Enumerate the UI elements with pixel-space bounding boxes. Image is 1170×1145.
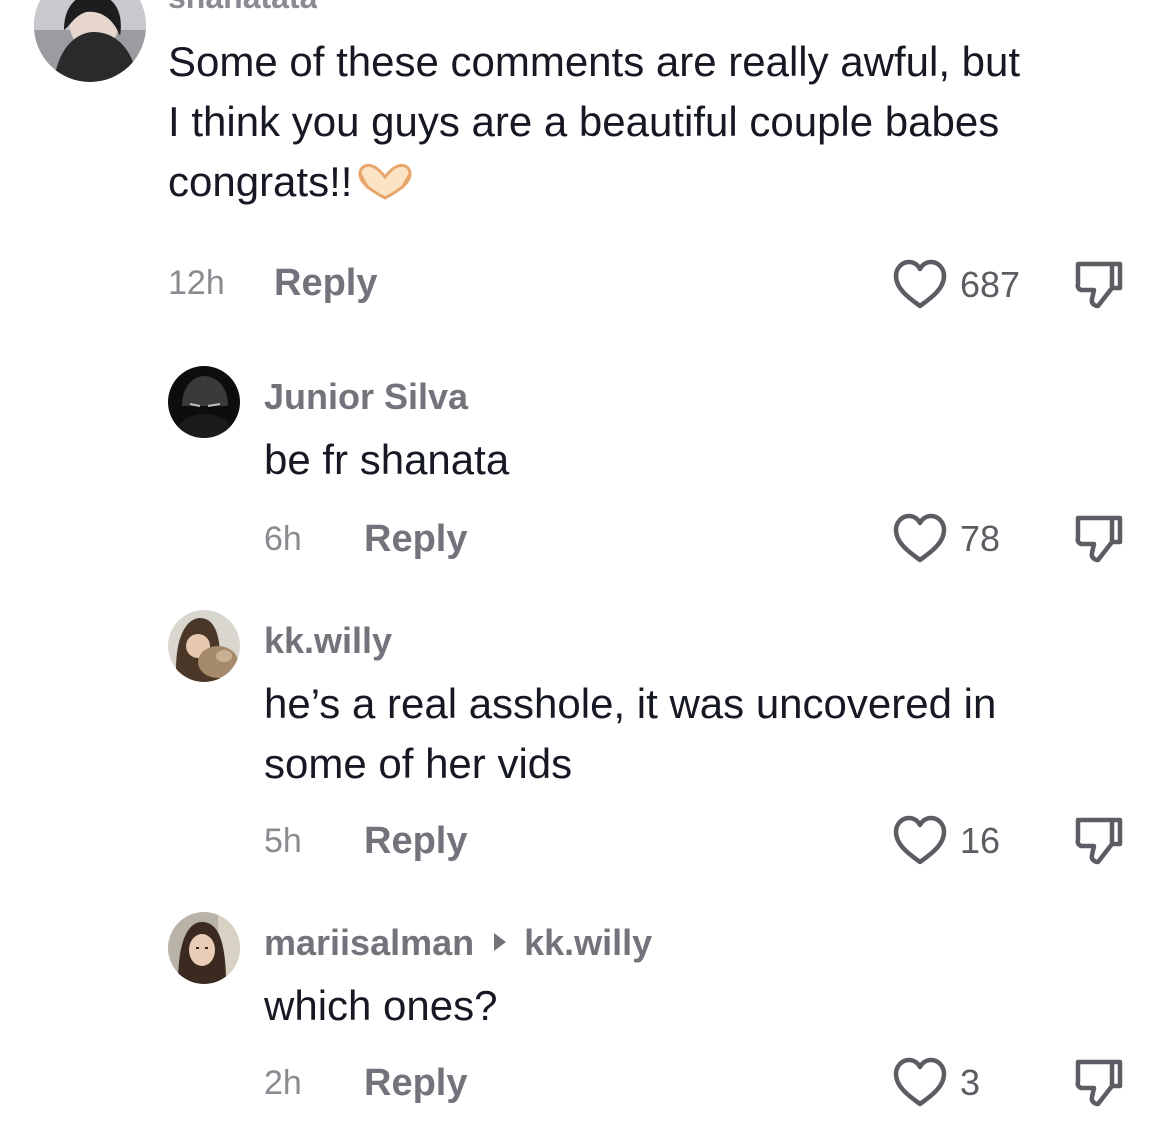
comment-text: Some of these comments are really awful,… xyxy=(168,32,1118,212)
timestamp: 12h xyxy=(168,264,225,302)
comment-text: be fr shanata xyxy=(264,430,1170,490)
dislike-icon[interactable] xyxy=(1072,1056,1126,1110)
comment-text: which ones? xyxy=(264,976,1170,1036)
comment-text: he’s a real asshole, it was uncovered in… xyxy=(264,674,1170,794)
comment-text-line: congrats!! xyxy=(168,152,1118,212)
username-line: mariisalman kk.willy xyxy=(264,922,652,964)
heart-icon xyxy=(893,259,947,309)
dislike-icon[interactable] xyxy=(1072,814,1126,868)
timestamp: 2h xyxy=(264,1064,302,1102)
heart-icon xyxy=(893,513,947,563)
avatar[interactable] xyxy=(34,0,146,82)
heart-icon xyxy=(893,1057,947,1107)
avatar[interactable] xyxy=(168,366,240,438)
username[interactable]: kk.willy xyxy=(264,620,392,662)
reply-button[interactable]: Reply xyxy=(364,518,467,561)
comment-text-line: some of her vids xyxy=(264,740,573,787)
reply-button[interactable]: Reply xyxy=(364,820,467,863)
comment-text-line: Some of these comments are really awful,… xyxy=(168,38,1021,85)
comment-text-line: he’s a real asshole, it was uncovered in xyxy=(264,680,997,727)
like-count: 78 xyxy=(960,518,1001,559)
comment-text-fragment: congrats!! xyxy=(168,158,353,205)
comment-text-line: I think you guys are a beautiful couple … xyxy=(168,98,1000,145)
reply-to-username[interactable]: kk.willy xyxy=(524,922,652,963)
reply-button[interactable]: Reply xyxy=(364,1062,467,1105)
heart-icon xyxy=(893,815,947,865)
like-count: 16 xyxy=(960,820,1001,861)
username[interactable]: mariisalman xyxy=(264,922,474,963)
like-count: 3 xyxy=(960,1062,981,1103)
comment-text-line: be fr shanata xyxy=(264,436,510,483)
dislike-icon[interactable] xyxy=(1072,258,1126,312)
comment-text-line: which ones? xyxy=(264,982,498,1029)
username[interactable]: shanatata xyxy=(168,0,317,12)
username[interactable]: Junior Silva xyxy=(264,376,468,418)
timestamp: 6h xyxy=(264,520,302,558)
avatar[interactable] xyxy=(168,610,240,682)
dislike-icon[interactable] xyxy=(1072,512,1126,566)
heart-hands-emoji-icon xyxy=(356,158,414,200)
like-count: 687 xyxy=(960,264,1021,305)
avatar[interactable] xyxy=(168,912,240,984)
timestamp: 5h xyxy=(264,822,302,860)
reply-arrow-icon xyxy=(494,933,507,951)
reply-button[interactable]: Reply xyxy=(274,262,377,305)
